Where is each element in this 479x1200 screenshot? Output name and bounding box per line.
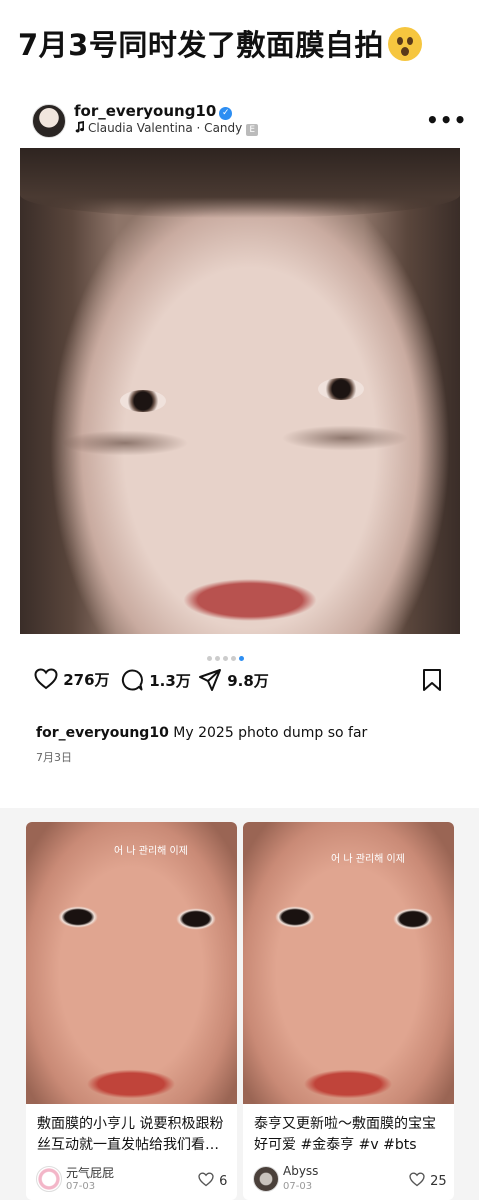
post-photo[interactable] xyxy=(20,148,460,634)
photo-hair-decor xyxy=(20,148,460,218)
card-overlay-text: 어 나 관리해 이제 xyxy=(331,854,405,865)
share-count: 9.8万 xyxy=(227,672,269,690)
photo-eye-right xyxy=(318,378,364,400)
heart-icon xyxy=(34,668,58,690)
card-like-count: 6 xyxy=(219,1174,228,1189)
comment-count: 1.3万 xyxy=(149,672,191,690)
card-title: 敷面膜的小亨儿 说要积极跟粉丝互动就一直发帖给我们看… xyxy=(37,1116,224,1153)
explicit-badge: E xyxy=(246,124,259,136)
card-author-avatar[interactable] xyxy=(253,1166,279,1192)
carousel-dot xyxy=(231,656,236,661)
more-options-icon[interactable]: ••• xyxy=(426,108,467,132)
carousel-dot-active xyxy=(239,656,244,661)
post-date: 7月3日 xyxy=(36,751,72,764)
carousel-dot xyxy=(207,656,212,661)
like-count: 276万 xyxy=(63,671,110,689)
post-username[interactable]: for_everyoung10 ✓ xyxy=(74,102,233,120)
send-icon xyxy=(199,669,221,691)
music-note-icon xyxy=(75,121,85,133)
heart-icon xyxy=(409,1172,425,1187)
verified-icon: ✓ xyxy=(219,107,233,120)
caption-text: My 2025 photo dump so far xyxy=(168,725,368,741)
surprised-face-icon xyxy=(387,27,422,61)
card-author-avatar[interactable] xyxy=(36,1166,62,1192)
card-image[interactable] xyxy=(26,822,237,1104)
bookmark-icon xyxy=(423,669,441,691)
post-caption: for_everyoung10 My 2025 photo dump so fa… xyxy=(36,725,367,741)
card-title: 泰亨又更新啦～敷面膜的宝宝好可爱 #金泰亨 #v #bts xyxy=(254,1116,436,1153)
avatar[interactable] xyxy=(32,104,66,138)
headline-text: 7月3号同时发了敷面膜自拍 xyxy=(18,28,384,62)
comment-button[interactable]: 1.3万 xyxy=(120,668,191,692)
username-text[interactable]: for_everyoung10 xyxy=(74,102,216,120)
carousel-indicator xyxy=(207,646,247,665)
headline: 7月3号同时发了敷面膜自拍 xyxy=(18,22,422,64)
carousel-dot xyxy=(215,656,220,661)
card-date: 07-03 xyxy=(66,1181,96,1192)
share-button[interactable]: 9.8万 xyxy=(198,668,269,692)
save-button[interactable] xyxy=(422,668,442,696)
music-label[interactable]: Claudia Valentina · Candy E xyxy=(74,121,259,136)
feed-card[interactable]: 어 나 관리해 이제 敷面膜的小亨儿 说要积极跟粉丝互动就一直发帖给我们看… 元… xyxy=(26,822,237,1200)
photo-eye-left xyxy=(120,390,166,412)
heart-icon xyxy=(198,1172,214,1187)
card-author[interactable]: Abyss xyxy=(283,1164,318,1178)
card-date: 07-03 xyxy=(283,1181,313,1192)
card-author[interactable]: 元气屁屁 xyxy=(66,1164,114,1181)
comment-icon xyxy=(121,669,143,691)
feed-card[interactable]: 어 나 관리해 이제 泰亨又更新啦～敷面膜的宝宝好可爱 #金泰亨 #v #bts… xyxy=(243,822,454,1200)
card-like-button[interactable]: 6 xyxy=(198,1170,227,1189)
card-like-count: 25 xyxy=(430,1174,447,1189)
music-text[interactable]: Claudia Valentina · Candy xyxy=(88,121,242,135)
like-button[interactable]: 276万 xyxy=(34,668,110,690)
carousel-dot xyxy=(223,656,228,661)
card-like-button[interactable]: 25 xyxy=(409,1170,447,1189)
card-overlay-text: 어 나 관리해 이제 xyxy=(114,846,188,857)
caption-username[interactable]: for_everyoung10 xyxy=(36,725,169,741)
